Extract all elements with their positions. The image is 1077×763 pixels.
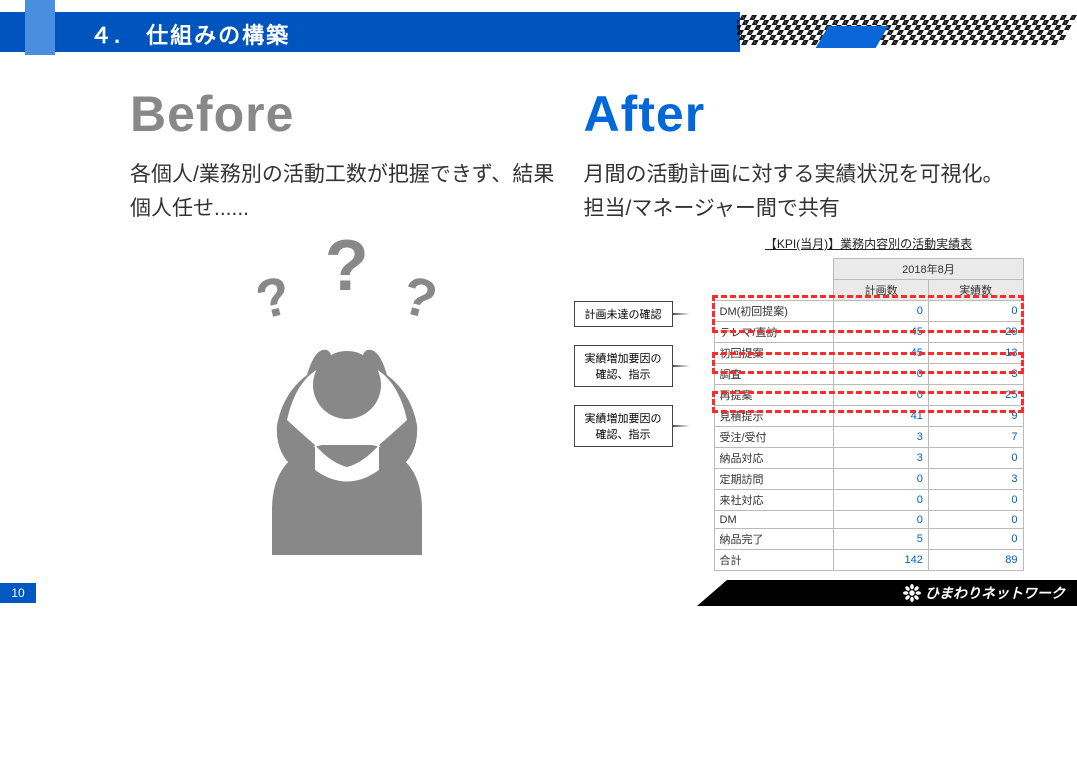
plan-cell: 41 (834, 406, 929, 427)
row-label-cell: 来社対応 (714, 490, 834, 511)
after-heading: After (584, 85, 1018, 143)
plan-cell: 0 (834, 490, 929, 511)
table-row: 再提案025 (714, 385, 1023, 406)
row-label-cell: DM(初回提案) (714, 301, 834, 322)
kpi-table-wrapper: 【KPI(当月)】業務内容別の活動実績表 2018年8月 計画数 実績数 DM(… (714, 235, 1024, 571)
before-heading: Before (130, 85, 564, 143)
plan-cell: 5 (834, 529, 929, 550)
after-description: 月間の活動計画に対する実績状況を可視化。担当/マネージャー間で共有 (584, 158, 1018, 225)
plan-cell: 45 (834, 343, 929, 364)
row-label-cell: 受注/受付 (714, 427, 834, 448)
table-row: 見積提示419 (714, 406, 1023, 427)
row-label-cell: 調査 (714, 364, 834, 385)
table-row: 調査03 (714, 364, 1023, 385)
row-label-cell: DM (714, 511, 834, 529)
table-plan-header: 計画数 (834, 280, 929, 301)
plan-cell: 3 (834, 448, 929, 469)
actual-cell: 0 (928, 301, 1023, 322)
table-actual-header: 実績数 (928, 280, 1023, 301)
plan-cell: 0 (834, 385, 929, 406)
table-row: 納品対応30 (714, 448, 1023, 469)
question-mark-icon: ? (396, 264, 443, 332)
callout-box: 実績増加要因の 確認、指示 (574, 405, 673, 447)
header-checker-decor (737, 15, 1077, 45)
footer-brand-bar: ひまわりネットワーク (697, 580, 1077, 606)
row-label-cell: 見積提示 (714, 406, 834, 427)
table-row: DM(初回提案)00 (714, 301, 1023, 322)
slide-header: ４. 仕組みの構築 (0, 0, 1077, 60)
table-row: 初回提案4513 (714, 343, 1023, 364)
after-table-area: 計画未達の確認 実績増加要因の 確認、指示 実績増加要因の 確認、指示 【KPI… (584, 235, 1018, 571)
actual-cell: 7 (928, 427, 1023, 448)
plan-cell: 0 (834, 364, 929, 385)
actual-cell: 0 (928, 490, 1023, 511)
table-row: 納品完了50 (714, 529, 1023, 550)
plan-cell: 0 (834, 469, 929, 490)
actual-cell: 3 (928, 364, 1023, 385)
actual-cell: 89 (928, 550, 1023, 571)
row-label-cell: 納品完了 (714, 529, 834, 550)
callout-stack: 計画未達の確認 実績増加要因の 確認、指示 実績増加要因の 確認、指示 (574, 301, 673, 447)
table-row: 合計14289 (714, 550, 1023, 571)
table-row: 来社対応00 (714, 490, 1023, 511)
table-row: テレマ/直訪4529 (714, 322, 1023, 343)
question-marks: ? ? ? (197, 225, 497, 307)
question-mark-icon: ? (325, 225, 369, 307)
row-label-cell: 合計 (714, 550, 834, 571)
row-label-cell: 再提案 (714, 385, 834, 406)
person-head-in-hands-icon (227, 325, 467, 555)
row-label-cell: 初回提案 (714, 343, 834, 364)
question-mark-icon: ? (250, 264, 297, 332)
table-row: 受注/受付37 (714, 427, 1023, 448)
actual-cell: 0 (928, 529, 1023, 550)
actual-cell: 29 (928, 322, 1023, 343)
table-row: 定期訪問03 (714, 469, 1023, 490)
actual-cell: 3 (928, 469, 1023, 490)
kpi-table: 2018年8月 計画数 実績数 DM(初回提案)00テレマ/直訪4529初回提案… (714, 258, 1024, 571)
before-description: 各個人/業務別の活動工数が把握できず、結果個人任せ...... (130, 158, 564, 225)
callout-box: 実績増加要因の 確認、指示 (574, 345, 673, 387)
callout-box: 計画未達の確認 (574, 301, 673, 327)
header-accent-box (25, 0, 55, 55)
plan-cell: 45 (834, 322, 929, 343)
header-blue-accent (816, 26, 889, 48)
table-row: DM00 (714, 511, 1023, 529)
sunflower-logo-icon (903, 584, 921, 602)
before-column: Before 各個人/業務別の活動工数が把握できず、結果個人任せ...... ?… (130, 85, 564, 571)
plan-cell: 3 (834, 427, 929, 448)
footer-brand-text: ひまわりネットワーク (925, 583, 1065, 603)
table-caption: 【KPI(当月)】業務内容別の活動実績表 (714, 235, 1024, 252)
actual-cell: 0 (928, 448, 1023, 469)
actual-cell: 13 (928, 343, 1023, 364)
slide-title: ４. 仕組みの構築 (90, 18, 290, 50)
plan-cell: 0 (834, 511, 929, 529)
after-column: After 月間の活動計画に対する実績状況を可視化。担当/マネージャー間で共有 … (584, 85, 1018, 571)
confused-person-figure: ? ? ? (197, 235, 497, 555)
row-label-cell: テレマ/直訪 (714, 322, 834, 343)
page-number: 10 (0, 583, 36, 603)
row-label-cell: 納品対応 (714, 448, 834, 469)
table-period-header: 2018年8月 (834, 259, 1023, 280)
actual-cell: 0 (928, 511, 1023, 529)
row-label-cell: 定期訪問 (714, 469, 834, 490)
actual-cell: 9 (928, 406, 1023, 427)
plan-cell: 0 (834, 301, 929, 322)
content-area: Before 各個人/業務別の活動工数が把握できず、結果個人任せ...... ?… (0, 60, 1077, 571)
plan-cell: 142 (834, 550, 929, 571)
slide-footer: 10 ひまわりネットワーク (0, 580, 1077, 606)
actual-cell: 25 (928, 385, 1023, 406)
